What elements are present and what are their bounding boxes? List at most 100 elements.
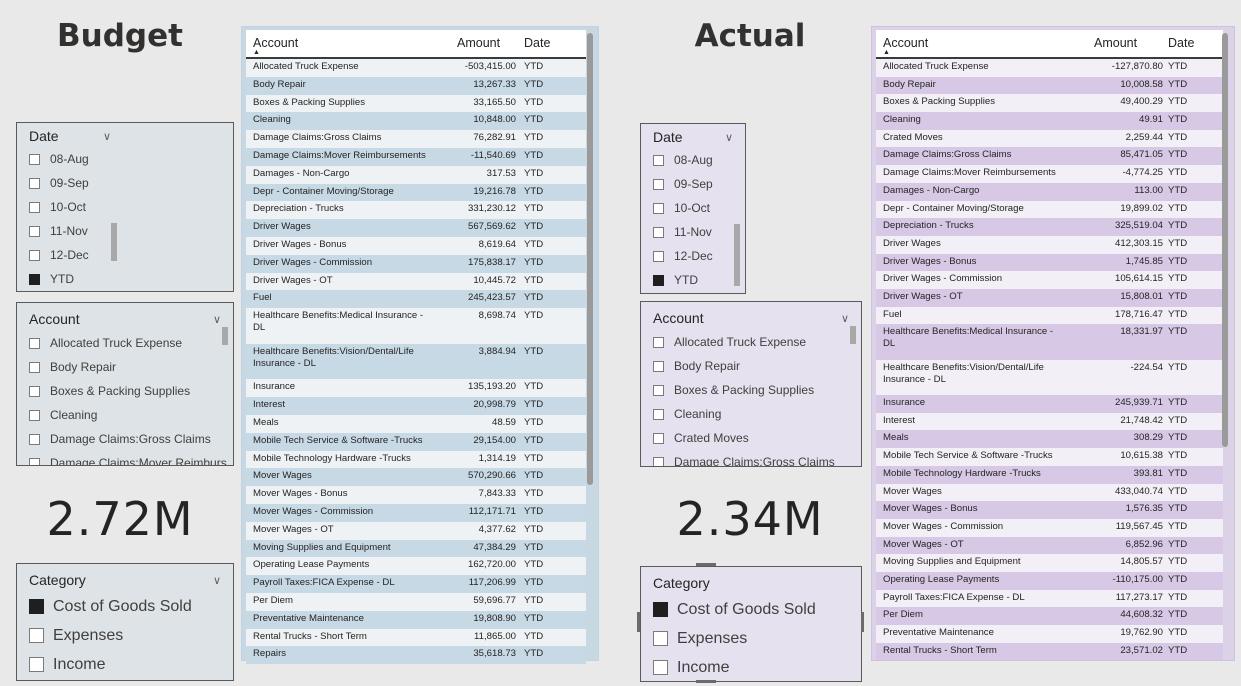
table-row[interactable]: Driver Wages - OT 10,445.72 YTD — [246, 272, 586, 291]
table-row[interactable]: Damage Claims:Mover Reimbursements -11,54… — [246, 147, 586, 166]
table-row[interactable]: Depreciation - Trucks 331,230.12 YTD — [246, 201, 586, 220]
table-row[interactable]: Per Diem 44,608.32 YTD — [876, 607, 1223, 626]
resize-handle[interactable] — [637, 612, 640, 632]
table-row[interactable]: Damages - Non-Cargo 113.00 YTD — [876, 182, 1223, 201]
table-row[interactable]: Damage Claims:Gross Claims 76,282.91 YTD — [246, 130, 586, 148]
checkbox-icon[interactable] — [29, 201, 40, 213]
table-row[interactable]: Crated Moves 2,259.44 YTD — [876, 129, 1223, 148]
table-row[interactable]: Boxes & Packing Supplies 33,165.50 YTD — [246, 94, 586, 113]
category-slicer-header[interactable]: Category — [641, 567, 861, 595]
checkbox-icon[interactable] — [29, 225, 40, 237]
account-slicer-header[interactable]: Account ∨ — [641, 302, 861, 330]
table-scrollbar[interactable] — [1222, 33, 1228, 447]
checkbox-icon[interactable] — [653, 154, 664, 166]
table-row[interactable]: Driver Wages 412,303.15 YTD — [876, 235, 1223, 254]
checkbox-icon[interactable] — [29, 457, 40, 465]
table-row[interactable]: Body Repair 10,008.58 YTD — [876, 76, 1223, 95]
table-row[interactable]: Driver Wages 567,569.62 YTD — [246, 219, 586, 237]
table-row[interactable]: Interest 21,748.42 YTD — [876, 412, 1223, 431]
checkbox-icon[interactable] — [653, 226, 664, 238]
slicer-item[interactable]: Cleaning — [17, 403, 233, 427]
table-row[interactable]: Depreciation - Trucks 325,519.04 YTD — [876, 218, 1223, 236]
actual-table[interactable]: Account ▲ Amount Date Allocated Truck Ex… — [871, 26, 1235, 661]
checkbox-icon[interactable] — [653, 384, 664, 396]
checkbox-icon[interactable] — [29, 361, 40, 373]
budget-account-slicer[interactable]: Account ∨ Allocated Truck Expense Body Re… — [16, 302, 234, 466]
actual-category-slicer[interactable]: Category Cost of Goods Sold Expenses Incom… — [640, 566, 862, 682]
col-header-amount[interactable]: Amount — [1094, 36, 1137, 50]
slicer-scrollbar[interactable] — [111, 223, 117, 261]
checkbox-icon[interactable] — [653, 456, 664, 466]
table-row[interactable]: Damage Claims:Gross Claims 85,471.05 YTD — [876, 147, 1223, 166]
slicer-item[interactable]: 12-Dec — [641, 244, 745, 268]
table-row[interactable]: Mover Wages - Commission 112,171.71 YTD — [246, 503, 586, 522]
table-row[interactable]: Cleaning 10,848.00 YTD — [246, 112, 586, 131]
date-slicer-header[interactable]: Date ∨ — [17, 123, 233, 147]
slicer-item[interactable]: 08-Aug — [17, 147, 233, 171]
slicer-item[interactable]: Crated Moves — [641, 426, 861, 450]
table-row[interactable]: Payroll Taxes:FICA Expense - DL 117,273.1… — [876, 589, 1223, 608]
budget-date-slicer[interactable]: Date ∨ 08-Aug 09-Sep 10-Oct 11-Nov 12-Dec YTD — [16, 122, 234, 292]
slicer-item[interactable]: Boxes & Packing Supplies — [641, 378, 861, 402]
table-row[interactable]: Moving Supplies and Equipment 47,384.29 YT… — [246, 539, 586, 558]
slicer-item[interactable]: 11-Nov — [641, 220, 745, 244]
checkbox-checked-icon[interactable] — [29, 273, 40, 285]
slicer-item[interactable]: 12-Dec — [17, 243, 233, 267]
table-row[interactable]: Meals 48.59 YTD — [246, 414, 586, 433]
table-row[interactable]: Driver Wages - Bonus 1,745.85 YTD — [876, 253, 1223, 272]
table-row[interactable]: Operating Lease Payments 162,720.00 YTD — [246, 557, 586, 576]
checkbox-icon[interactable] — [29, 433, 40, 445]
actual-date-slicer[interactable]: Date ∨ 08-Aug 09-Sep 10-Oct 11-Nov 12-Dec YTD — [640, 123, 746, 294]
table-row[interactable]: Mover Wages 433,040.74 YTD — [876, 483, 1223, 502]
checkbox-icon[interactable] — [29, 177, 40, 189]
slicer-item[interactable]: Cost of Goods Sold — [17, 592, 233, 621]
checkbox-icon[interactable] — [29, 657, 44, 672]
category-slicer-header[interactable]: Category ∨ — [17, 564, 233, 592]
table-row[interactable]: Fuel 245,423.57 YTD — [246, 290, 586, 309]
table-row[interactable]: Mobile Tech Service & Software -Trucks 10… — [876, 448, 1223, 466]
col-header-date[interactable]: Date — [1168, 36, 1194, 50]
checkbox-icon[interactable] — [29, 385, 40, 397]
slicer-item[interactable]: 10-Oct — [641, 196, 745, 220]
col-header-date[interactable]: Date — [524, 36, 550, 50]
table-row[interactable]: Driver Wages - OT 15,808.01 YTD — [876, 288, 1223, 307]
slicer-item[interactable]: Damage Claims:Gross Claims — [17, 427, 233, 451]
chevron-down-icon[interactable]: ∨ — [213, 574, 221, 587]
table-row[interactable]: Mover Wages - OT 6,852.96 YTD — [876, 536, 1223, 555]
slicer-item[interactable]: YTD — [641, 268, 745, 292]
table-row[interactable]: Healthcare Benefits:Medical Insurance -D… — [246, 308, 586, 344]
table-row[interactable]: Mobile Tech Service & Software -Trucks 29… — [246, 432, 586, 451]
resize-handle[interactable] — [696, 680, 716, 683]
slicer-item[interactable]: Income — [17, 650, 233, 679]
table-row[interactable]: Moving Supplies and Equipment 14,805.57 YT… — [876, 554, 1223, 572]
checkbox-icon[interactable] — [653, 631, 668, 646]
table-row[interactable]: Damages - Non-Cargo 317.53 YTD — [246, 165, 586, 184]
table-row[interactable]: Mover Wages - Commission 119,567.45 YTD — [876, 518, 1223, 537]
table-row[interactable]: Interest 20,998.79 YTD — [246, 397, 586, 415]
chevron-down-icon[interactable]: ∨ — [103, 130, 111, 143]
table-row[interactable]: Fuel 178,716.47 YTD — [876, 306, 1223, 325]
table-row[interactable]: Mover Wages - Bonus 7,843.33 YTD — [246, 486, 586, 504]
slicer-item[interactable]: 09-Sep — [17, 171, 233, 195]
table-row[interactable]: Rental Trucks - Short Term 23,571.02 YTD — [876, 642, 1223, 661]
budget-table[interactable]: Account ▲ Amount Date Allocated Truck Ex… — [241, 26, 599, 665]
slicer-item[interactable]: Cleaning — [641, 402, 861, 426]
slicer-scrollbar[interactable] — [222, 327, 228, 345]
table-row[interactable]: Depr - Container Moving/Storage 19,216.78… — [246, 183, 586, 202]
chevron-down-icon[interactable]: ∨ — [841, 312, 849, 325]
budget-category-slicer[interactable]: Category ∨ Cost of Goods Sold Expenses Inc… — [16, 563, 234, 681]
actual-account-slicer[interactable]: Account ∨ Allocated Truck Expense Body Re… — [640, 301, 862, 467]
checkbox-icon[interactable] — [653, 408, 664, 420]
table-row[interactable]: Body Repair 13,267.33 YTD — [246, 76, 586, 95]
table-row[interactable]: Healthcare Benefits:Medical Insurance -D… — [876, 324, 1223, 360]
table-row[interactable]: Cleaning 49.91 YTD — [876, 112, 1223, 130]
slicer-item[interactable]: 09-Sep — [641, 172, 745, 196]
table-row[interactable]: Mobile Technology Hardware -Trucks 1,314.… — [246, 450, 586, 469]
slicer-item[interactable]: Boxes & Packing Supplies — [17, 379, 233, 403]
table-row[interactable]: Allocated Truck Expense -503,415.00 YTD — [246, 59, 586, 77]
slicer-item[interactable]: 08-Aug — [641, 148, 745, 172]
checkbox-icon[interactable] — [29, 628, 44, 643]
table-row[interactable]: Driver Wages - Commission 175,838.17 YTD — [246, 254, 586, 273]
table-row[interactable]: Depr - Container Moving/Storage 19,899.02… — [876, 200, 1223, 219]
table-row[interactable]: Healthcare Benefits:Vision/Dental/Life In… — [246, 343, 586, 380]
